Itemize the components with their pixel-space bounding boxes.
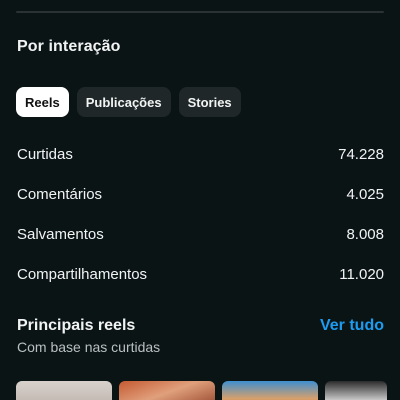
reel-thumbnail[interactable]: [119, 381, 215, 400]
tab-publicacoes[interactable]: Publicações: [76, 87, 171, 117]
reels-thumbnail-strip: [16, 381, 387, 400]
metric-label: Curtidas: [17, 145, 73, 163]
see-all-link[interactable]: Ver tudo: [320, 317, 384, 335]
top-reels-title: Principais reels: [17, 317, 136, 334]
section-title: Por interação: [17, 38, 121, 55]
metric-value: 4.025: [346, 185, 384, 203]
insights-screen: Por interação Reels Publicações Stories …: [0, 0, 400, 400]
reel-thumbnail[interactable]: [325, 381, 387, 400]
tab-stories[interactable]: Stories: [178, 87, 241, 117]
metric-row-comentarios: Comentários 4.025: [17, 184, 384, 204]
top-reels-subtitle: Com base nas curtidas: [17, 339, 161, 355]
metric-label: Compartilhamentos: [17, 265, 148, 283]
reel-thumbnail[interactable]: [16, 381, 112, 400]
reel-thumbnail[interactable]: [222, 381, 318, 400]
metric-row-salvamentos: Salvamentos 8.008: [17, 224, 384, 244]
interaction-tabs: Reels Publicações Stories: [16, 87, 241, 117]
metric-value: 8.008: [346, 225, 384, 243]
top-divider: [16, 11, 384, 13]
tab-reels[interactable]: Reels: [16, 87, 69, 117]
metric-row-curtidas: Curtidas 74.228: [17, 144, 384, 164]
metric-value: 74.228: [338, 145, 384, 163]
metric-row-compartilhamentos: Compartilhamentos 11.020: [17, 264, 384, 284]
top-reels-header: Principais reels Ver tudo: [17, 317, 384, 339]
metric-label: Salvamentos: [17, 225, 104, 243]
metric-value: 11.020: [339, 265, 384, 283]
metric-label: Comentários: [17, 185, 103, 203]
